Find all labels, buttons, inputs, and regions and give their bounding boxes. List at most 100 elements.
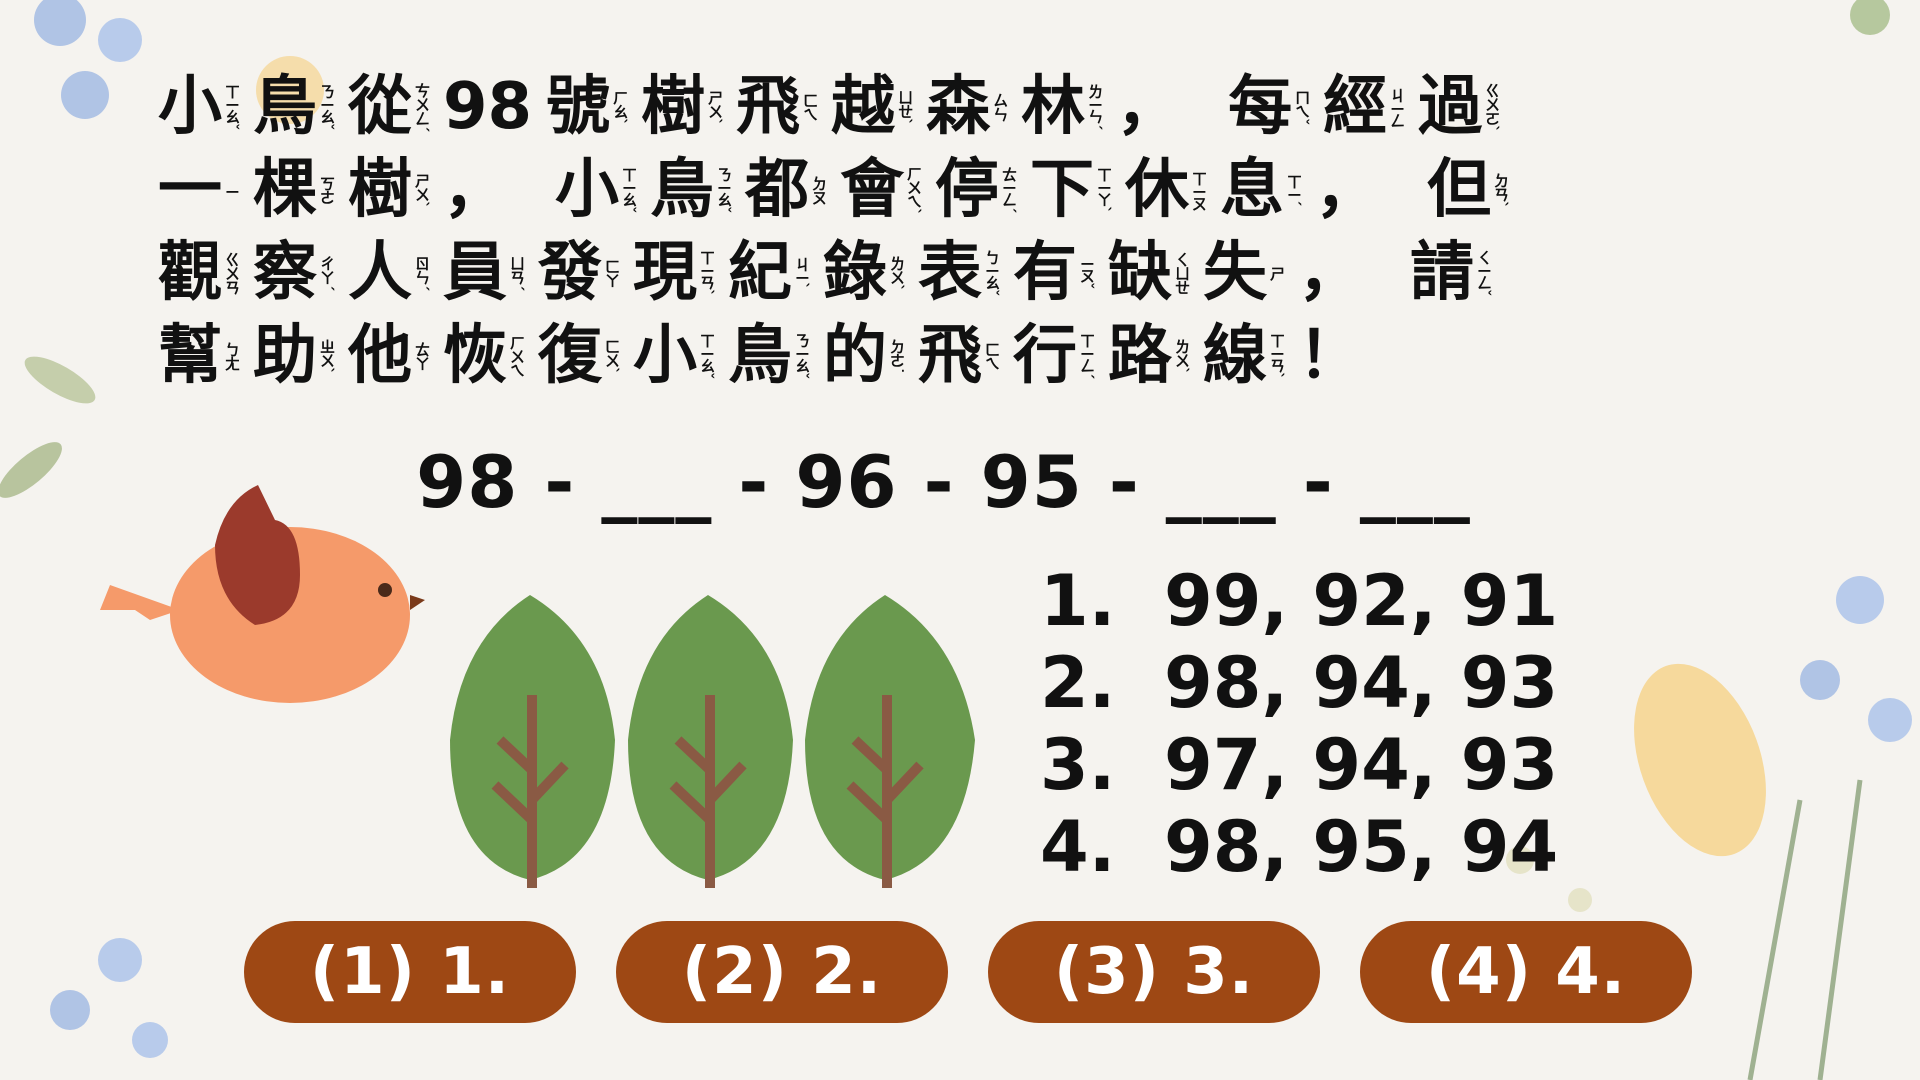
character-with-zhuyin: 觀ㄍㄨㄢ: [158, 236, 241, 310]
zhuyin: ㄋㄧㄠˇ: [793, 333, 811, 379]
zhuyin: ㄒㄧㄡ: [1190, 170, 1208, 210]
character-with-zhuyin: ，: [1298, 241, 1362, 305]
character: 息: [1220, 153, 1284, 227]
zhuyin: ㄒㄧㄢˋ: [698, 250, 716, 296]
character: 鳥: [650, 153, 714, 227]
trees-icon: [450, 595, 975, 888]
character: 越: [831, 70, 896, 144]
answer-button-1[interactable]: (1) 1.: [244, 921, 576, 1023]
zhuyin: ㄑㄩㄝ: [1173, 252, 1191, 294]
character: 森: [926, 70, 991, 144]
character-with-zhuyin: 失ㄕ: [1203, 241, 1286, 305]
character-with-zhuyin: 線ㄒㄧㄢˋ: [1203, 324, 1286, 388]
character-with-zhuyin: 從ㄘㄨㄥˊ: [348, 70, 431, 144]
character: 察: [253, 236, 317, 310]
zhuyin: ㄒㄧㄥˊ: [1078, 333, 1096, 379]
character-with-zhuyin: 小ㄒㄧㄠˇ: [158, 70, 241, 144]
zhuyin: ㄌㄧㄣˊ: [1086, 84, 1105, 130]
character-with-zhuyin: 樹ㄕㄨˋ: [348, 158, 431, 222]
character: 小: [633, 319, 697, 393]
character: 小: [158, 70, 222, 144]
option-3: 3. 97, 94, 93: [1040, 724, 1559, 806]
character: 的: [823, 319, 887, 393]
zhuyin: ㄐㄧˋ: [793, 257, 811, 289]
zhuyin: ㄑㄧㄥˇ: [1475, 250, 1493, 296]
zhuyin: ㄊㄚ: [413, 342, 431, 370]
zhuyin: ㄐㄧㄥ: [1388, 87, 1407, 127]
zhuyin: ㄕㄨˋ: [706, 89, 725, 125]
character-with-zhuyin: 息ㄒㄧˊ: [1220, 153, 1303, 227]
character: 助: [253, 319, 317, 393]
character-with-zhuyin: 錄ㄌㄨˋ: [823, 241, 906, 305]
zhuyin: ㄋㄧㄠˇ: [318, 84, 336, 130]
character-with-zhuyin: 經ㄐㄧㄥ: [1323, 70, 1407, 144]
character: 人: [348, 236, 412, 310]
character-with-zhuyin: 號ㄏㄠˋ: [546, 70, 630, 144]
zhuyin: ㄈㄚ: [603, 259, 621, 287]
character-with-zhuyin: 林ㄌㄧㄣˊ: [1021, 75, 1105, 139]
character: 98: [443, 70, 533, 144]
character-with-zhuyin: 幫ㄅㄤ: [158, 324, 241, 388]
answer-button-3[interactable]: (3) 3.: [988, 921, 1320, 1023]
character-with-zhuyin: 表ㄅㄧㄠˇ: [918, 241, 1001, 305]
zhuyin: ㄓㄨˋ: [318, 338, 336, 374]
zhuyin: ㄎㄜ: [318, 176, 336, 204]
character: 棵: [253, 153, 317, 227]
character-with-zhuyin: 有ㄧㄡˇ: [1013, 236, 1096, 310]
answer-button-4[interactable]: (4) 4.: [1360, 921, 1692, 1023]
zhuyin: ㄩㄢˊ: [508, 255, 526, 291]
character: 號: [546, 70, 611, 144]
character-with-zhuyin: 森ㄙㄣ: [926, 70, 1009, 144]
character: 行: [1013, 319, 1077, 393]
character-with-zhuyin: 的ㄉㄜ˙: [823, 319, 906, 393]
character-with-zhuyin: 助ㄓㄨˋ: [253, 319, 336, 393]
zhuyin: ㄌㄨˋ: [1173, 338, 1191, 374]
character-with-zhuyin: 一ㄧ: [158, 158, 241, 222]
question-line: 觀ㄍㄨㄢ察ㄔㄚˊ 人ㄖㄣˊ 員ㄩㄢˊ 發ㄈㄚ現ㄒㄧㄢˋ 紀ㄐㄧˋ 錄ㄌㄨˋ 表ㄅㄧㄠˇ 有ㄧㄡ…: [158, 232, 1758, 314]
zhuyin: ㄖㄣˊ: [413, 255, 431, 291]
character-with-zhuyin: 缺ㄑㄩㄝ: [1108, 236, 1191, 310]
character: 經: [1323, 70, 1388, 144]
character: 缺: [1108, 236, 1172, 310]
character: 都: [745, 153, 809, 227]
character: 他: [348, 319, 412, 393]
character: 有: [1013, 236, 1077, 310]
character: 過: [1418, 70, 1483, 144]
zhuyin: ㄌㄨˋ: [888, 255, 906, 291]
zhuyin: ㄉㄡ: [810, 176, 828, 204]
zhuyin: ㄏㄨㄟˋ: [905, 165, 923, 215]
zhuyin: ㄅㄤ: [223, 342, 241, 370]
zhuyin: ㄈㄨˋ: [603, 338, 621, 374]
zhuyin: ㄏㄠˋ: [611, 89, 630, 125]
character-with-zhuyin: 請ㄑㄧㄥˇ: [1410, 236, 1493, 310]
character-with-zhuyin: 復ㄈㄨˋ: [538, 324, 621, 388]
number-sequence: 98 - ___ - 96 - 95 - ___ - ___: [416, 440, 1471, 524]
character-with-zhuyin: 下ㄒㄧㄚˋ: [1030, 158, 1113, 222]
zhuyin: ㄉㄢˋ: [1492, 172, 1510, 208]
zhuyin: ㄒㄧㄢˋ: [1268, 333, 1286, 379]
zhuyin: ㄕ: [1268, 266, 1286, 280]
character-with-zhuyin: 察ㄔㄚˊ: [253, 236, 336, 310]
character-with-zhuyin: 路ㄌㄨˋ: [1108, 324, 1191, 388]
character-with-zhuyin: 鳥ㄋㄧㄠˇ: [728, 324, 811, 388]
zhuyin: ㄒㄧㄠˇ: [620, 167, 638, 213]
zhuyin: ㄧ: [223, 184, 241, 196]
character: 恢: [443, 319, 507, 393]
character: 現: [633, 236, 697, 310]
character: 請: [1410, 236, 1474, 310]
answer-button-2[interactable]: (2) 2.: [616, 921, 948, 1023]
character-with-zhuyin: 過ㄍㄨㄛˋ: [1418, 70, 1501, 144]
question-line: 幫ㄅㄤ助ㄓㄨˋ 他ㄊㄚ恢ㄏㄨㄟ復ㄈㄨˋ 小ㄒㄧㄠˇ 鳥ㄋㄧㄠˇ 的ㄉㄜ˙ 飛ㄈㄟ行ㄒㄧㄥˊ…: [158, 315, 1758, 397]
zhuyin: ㄒㄧˊ: [1285, 174, 1303, 206]
character-with-zhuyin: 但ㄉㄢˋ: [1427, 158, 1510, 222]
character: ，: [1315, 153, 1379, 227]
character: 發: [538, 236, 602, 310]
character: 觀: [158, 236, 222, 310]
option-2: 2. 98, 94, 93: [1040, 642, 1559, 724]
character-with-zhuyin: 停ㄊㄧㄥˊ: [935, 158, 1018, 222]
character: ，: [443, 153, 507, 227]
character: 員: [443, 236, 507, 310]
zhuyin: ㄋㄧㄠˇ: [715, 167, 733, 213]
character: 從: [348, 70, 412, 144]
character-with-zhuyin: 小ㄒㄧㄠˇ: [633, 319, 716, 393]
